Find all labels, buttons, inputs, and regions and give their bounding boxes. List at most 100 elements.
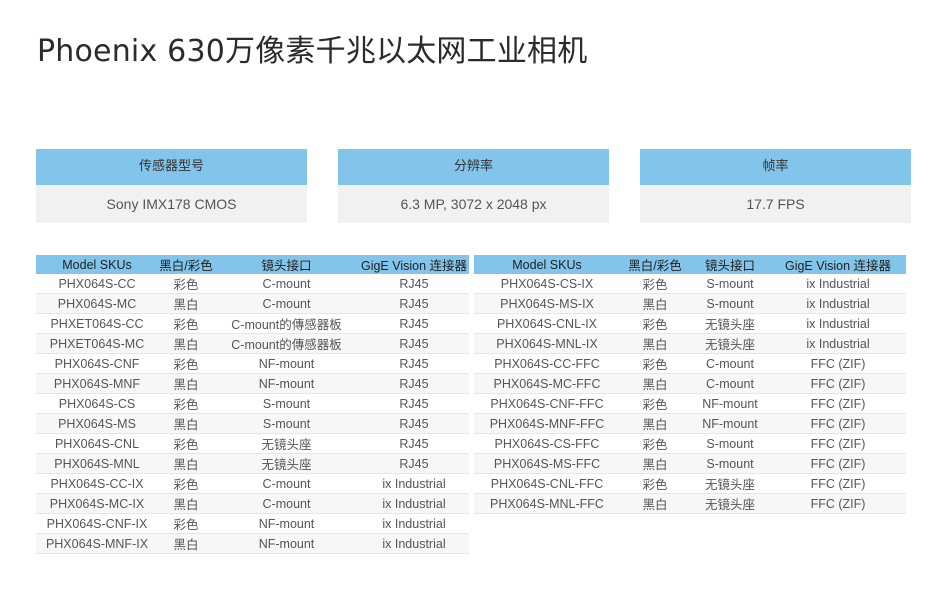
col-header-connector: GigE Vision 连接器 xyxy=(770,255,906,274)
table-row: PHX064S-MS 黑白 S-mount RJ45 xyxy=(36,413,469,434)
cell-mount: C-mount xyxy=(690,373,770,394)
spec-value-sensor: Sony IMX178 CMOS xyxy=(36,185,307,223)
table-row: PHX064S-MC-FFC 黑白 C-mount FFC (ZIF) xyxy=(474,373,906,394)
cell-color: 黑白 xyxy=(620,413,690,434)
cell-connector: RJ45 xyxy=(359,453,469,474)
cell-mount: C-mount xyxy=(214,274,359,294)
cell-color: 彩色 xyxy=(158,473,214,494)
cell-model: PHX064S-MNL xyxy=(36,453,158,474)
cell-model: PHX064S-MC-FFC xyxy=(474,373,620,394)
cell-connector: ix Industrial xyxy=(359,533,469,554)
table-row: PHX064S-MNF-FFC 黑白 NF-mount FFC (ZIF) xyxy=(474,413,906,434)
cell-model: PHX064S-CC xyxy=(36,274,158,294)
table-row: PHX064S-CNL 彩色 无镜头座 RJ45 xyxy=(36,433,469,454)
cell-model: PHX064S-CNF-IX xyxy=(36,513,158,534)
table-row: PHX064S-CS-FFC 彩色 S-mount FFC (ZIF) xyxy=(474,433,906,454)
cell-color: 黑白 xyxy=(158,373,214,394)
cell-connector: RJ45 xyxy=(359,274,469,294)
cell-model: PHXET064S-MC xyxy=(36,333,158,354)
col-header-color: 黑白/彩色 xyxy=(620,255,690,274)
cell-connector: FFC (ZIF) xyxy=(770,433,906,454)
cell-connector: RJ45 xyxy=(359,373,469,394)
table-row: PHX064S-MC-IX 黑白 C-mount ix Industrial xyxy=(36,493,469,514)
cell-connector: FFC (ZIF) xyxy=(770,353,906,374)
cell-color: 黑白 xyxy=(620,293,690,314)
cell-mount: S-mount xyxy=(690,293,770,314)
cell-model: PHX064S-CC-FFC xyxy=(474,353,620,374)
cell-color: 彩色 xyxy=(158,433,214,454)
cell-mount: NF-mount xyxy=(690,413,770,434)
cell-connector: ix Industrial xyxy=(359,513,469,534)
cell-model: PHX064S-MNF-IX xyxy=(36,533,158,554)
table-row: PHX064S-CC-FFC 彩色 C-mount FFC (ZIF) xyxy=(474,353,906,374)
cell-mount: NF-mount xyxy=(214,353,359,374)
table-row: PHXET064S-MC 黑白 C-mount的傳感器板 RJ45 xyxy=(36,333,469,354)
cell-color: 彩色 xyxy=(158,353,214,374)
cell-mount: C-mount的傳感器板 xyxy=(214,333,359,354)
spec-label-resolution: 分辨率 xyxy=(338,149,609,185)
cell-mount: S-mount xyxy=(690,453,770,474)
table-row: PHX064S-MNL-IX 黑白 无镜头座 ix Industrial xyxy=(474,333,906,354)
cell-model: PHX064S-MS-IX xyxy=(474,293,620,314)
table-row: PHX064S-MNL-FFC 黑白 无镜头座 FFC (ZIF) xyxy=(474,493,906,514)
cell-color: 彩色 xyxy=(620,433,690,454)
cell-model: PHX064S-CNF-FFC xyxy=(474,393,620,414)
cell-mount: S-mount xyxy=(690,433,770,454)
cell-connector: RJ45 xyxy=(359,293,469,314)
cell-model: PHX064S-CNF xyxy=(36,353,158,374)
table-row: PHX064S-CNF 彩色 NF-mount RJ45 xyxy=(36,353,469,374)
cell-model: PHX064S-MNF xyxy=(36,373,158,394)
cell-color: 彩色 xyxy=(158,393,214,414)
cell-mount: C-mount xyxy=(214,293,359,314)
cell-model: PHX064S-CS xyxy=(36,393,158,414)
cell-mount: S-mount xyxy=(214,413,359,434)
col-header-connector: GigE Vision 连接器 xyxy=(359,255,469,274)
cell-mount: NF-mount xyxy=(214,533,359,554)
cell-connector: FFC (ZIF) xyxy=(770,413,906,434)
cell-connector: ix Industrial xyxy=(770,313,906,334)
table-row: PHX064S-MNF 黑白 NF-mount RJ45 xyxy=(36,373,469,394)
cell-model: PHX064S-MC-IX xyxy=(36,493,158,514)
cell-model: PHX064S-CNL xyxy=(36,433,158,454)
table-header-row: Model SKUs 黑白/彩色 镜头接口 GigE Vision 连接器 xyxy=(36,255,469,274)
cell-color: 黑白 xyxy=(158,413,214,434)
cell-model: PHX064S-CC-IX xyxy=(36,473,158,494)
cell-connector: RJ45 xyxy=(359,433,469,454)
cell-mount: NF-mount xyxy=(214,513,359,534)
cell-connector: ix Industrial xyxy=(770,293,906,314)
cell-mount: C-mount的傳感器板 xyxy=(214,313,359,334)
page-title: Phoenix 630万像素千兆以太网工业相机 xyxy=(37,34,588,69)
cell-connector: ix Industrial xyxy=(770,274,906,294)
table-row: PHX064S-MS-IX 黑白 S-mount ix Industrial xyxy=(474,293,906,314)
cell-model: PHX064S-MNF-FFC xyxy=(474,413,620,434)
cell-model: PHX064S-CNL-FFC xyxy=(474,473,620,494)
cell-model: PHX064S-MS-FFC xyxy=(474,453,620,474)
cell-color: 黑白 xyxy=(620,453,690,474)
cell-color: 彩色 xyxy=(620,473,690,494)
cell-color: 彩色 xyxy=(620,313,690,334)
col-header-model: Model SKUs xyxy=(474,255,620,274)
table-row: PHXET064S-CC 彩色 C-mount的傳感器板 RJ45 xyxy=(36,313,469,334)
table-row: PHX064S-CNF-FFC 彩色 NF-mount FFC (ZIF) xyxy=(474,393,906,414)
cell-model: PHX064S-MS xyxy=(36,413,158,434)
table-row: PHX064S-CNL-IX 彩色 无镜头座 ix Industrial xyxy=(474,313,906,334)
sku-table-right: Model SKUs 黑白/彩色 镜头接口 GigE Vision 连接器 PH… xyxy=(474,255,906,514)
spec-label-framerate: 帧率 xyxy=(640,149,911,185)
table-row: PHX064S-MNL 黑白 无镜头座 RJ45 xyxy=(36,453,469,474)
cell-connector: FFC (ZIF) xyxy=(770,453,906,474)
cell-mount: 无镜头座 xyxy=(214,433,359,454)
cell-connector: RJ45 xyxy=(359,413,469,434)
cell-mount: S-mount xyxy=(690,274,770,294)
table-header-row: Model SKUs 黑白/彩色 镜头接口 GigE Vision 连接器 xyxy=(474,255,906,274)
cell-mount: 无镜头座 xyxy=(690,473,770,494)
cell-mount: C-mount xyxy=(690,353,770,374)
cell-connector: FFC (ZIF) xyxy=(770,373,906,394)
cell-connector: RJ45 xyxy=(359,393,469,414)
table-row: PHX064S-CNF-IX 彩色 NF-mount ix Industrial xyxy=(36,513,469,534)
cell-connector: FFC (ZIF) xyxy=(770,473,906,494)
cell-connector: RJ45 xyxy=(359,313,469,334)
cell-mount: 无镜头座 xyxy=(690,493,770,514)
cell-color: 黑白 xyxy=(620,333,690,354)
cell-mount: 无镜头座 xyxy=(214,453,359,474)
cell-connector: ix Industrial xyxy=(770,333,906,354)
